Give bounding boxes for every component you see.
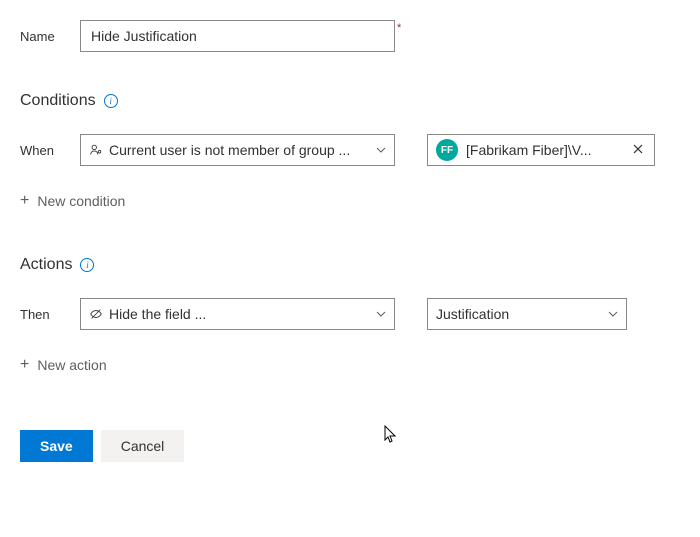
group-avatar: FF bbox=[436, 139, 458, 161]
action-row: Then Hide the field ... Justification bbox=[20, 298, 680, 330]
conditions-header: Conditions i bbox=[20, 92, 680, 110]
group-chip[interactable]: FF [Fabrikam Fiber]\V... bbox=[427, 134, 655, 166]
footer: Save Cancel bbox=[20, 430, 680, 462]
chevron-down-icon bbox=[376, 145, 386, 156]
user-group-icon bbox=[89, 143, 103, 157]
then-dropdown-text: Hide the field ... bbox=[109, 306, 368, 322]
required-indicator: * bbox=[397, 22, 401, 34]
when-dropdown[interactable]: Current user is not member of group ... bbox=[80, 134, 395, 166]
chevron-down-icon bbox=[376, 309, 386, 320]
field-dropdown[interactable]: Justification bbox=[427, 298, 627, 330]
chevron-down-icon bbox=[608, 309, 618, 320]
save-button[interactable]: Save bbox=[20, 430, 93, 462]
name-row: Name * bbox=[20, 20, 680, 52]
actions-header: Actions i bbox=[20, 256, 680, 274]
when-label: When bbox=[20, 143, 80, 158]
actions-heading: Actions bbox=[20, 256, 72, 274]
cancel-button[interactable]: Cancel bbox=[101, 430, 185, 462]
name-input[interactable] bbox=[80, 20, 395, 52]
info-icon[interactable]: i bbox=[104, 94, 118, 108]
plus-icon: + bbox=[20, 356, 29, 374]
then-dropdown[interactable]: Hide the field ... bbox=[80, 298, 395, 330]
close-icon[interactable] bbox=[630, 142, 646, 158]
hide-icon bbox=[89, 307, 103, 321]
new-action-label: New action bbox=[37, 357, 106, 373]
info-icon[interactable]: i bbox=[80, 258, 94, 272]
name-label: Name bbox=[20, 29, 80, 44]
field-dropdown-text: Justification bbox=[436, 306, 600, 322]
new-action-button[interactable]: + New action bbox=[20, 350, 680, 380]
new-condition-label: New condition bbox=[37, 193, 125, 209]
conditions-heading: Conditions bbox=[20, 92, 96, 110]
group-chip-text: [Fabrikam Fiber]\V... bbox=[466, 142, 622, 158]
new-condition-button[interactable]: + New condition bbox=[20, 186, 680, 216]
plus-icon: + bbox=[20, 192, 29, 210]
condition-row: When Current user is not member of group… bbox=[20, 134, 680, 166]
when-dropdown-text: Current user is not member of group ... bbox=[109, 142, 368, 158]
then-label: Then bbox=[20, 307, 80, 322]
